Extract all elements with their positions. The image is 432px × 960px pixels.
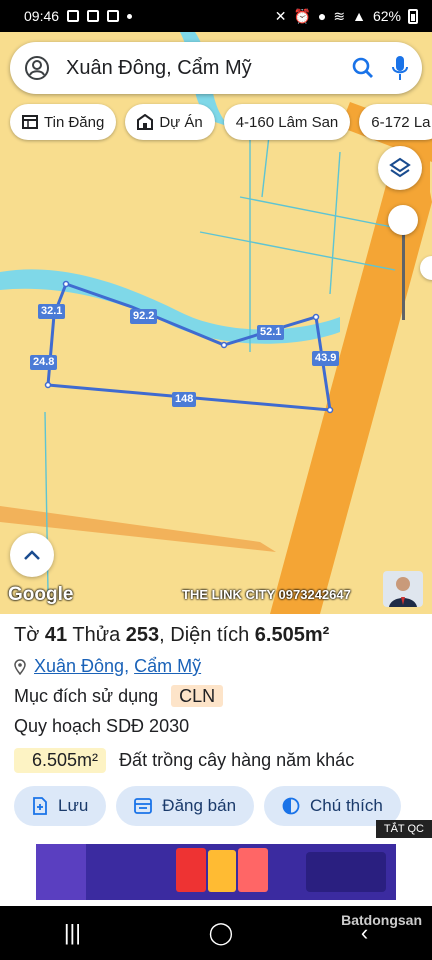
advertisement-banner[interactable] [36, 844, 396, 900]
recent-apps-icon[interactable]: ||| [64, 920, 81, 946]
status-bar: 09:46 ✕ ⏰ ● ≋ ▲ 62% [0, 0, 432, 32]
battery-icon [408, 8, 418, 24]
watermark-text: THE LINK CITY 0973242647 [182, 587, 351, 602]
building-icon [137, 114, 154, 130]
close-ad-button[interactable]: TẮT QC [375, 820, 432, 838]
sheet-number: 41 [44, 624, 68, 646]
sheet-label: Tờ [14, 624, 40, 646]
purpose-code-badge: CLN [171, 685, 224, 707]
plan-area-badge: 6.505m² [14, 748, 107, 773]
layers-icon [389, 157, 411, 178]
battery-percent: 62% [372, 8, 401, 24]
notification-icon [67, 10, 80, 22]
location-pin-icon [14, 658, 26, 675]
edge-label: 32.1 [38, 304, 66, 319]
layers-button[interactable] [378, 146, 422, 190]
chip-label: Tin Đăng [44, 113, 105, 131]
mute-icon: ✕ [274, 7, 287, 24]
plan-row: 6.505m² Đất trồng cây hàng năm khác [14, 748, 354, 773]
folder-icon [107, 10, 120, 22]
lot-label: Thửa [72, 624, 121, 646]
legend-icon [282, 797, 300, 815]
plan-description: Đất trồng cây hàng năm khác [119, 750, 355, 770]
search-icon[interactable] [350, 55, 376, 81]
location-link-commune[interactable]: Xuân Đông [34, 656, 124, 676]
account-icon[interactable] [24, 55, 50, 81]
chip-label: Dự Án [159, 113, 203, 131]
parcel-location: Xuân Đông, Cẩm Mỹ [14, 656, 201, 677]
google-logo: Google [8, 584, 74, 605]
chip-lot-4-160[interactable]: 4-160 Lâm San [223, 104, 351, 140]
edge-label: 43.9 [312, 351, 340, 366]
expand-button[interactable] [10, 533, 54, 577]
lot-number: 253 [125, 624, 160, 646]
post-for-sale-button[interactable]: Đăng bán [116, 786, 255, 826]
search-input[interactable]: Xuân Đông, Cẩm Mỹ [66, 57, 350, 80]
location-icon: ● [317, 8, 327, 24]
purpose-label: Mục đích sử dụng [14, 686, 159, 706]
chip-tin-dang[interactable]: Tin Đăng [10, 104, 117, 140]
save-button[interactable]: Lưu [14, 786, 107, 826]
agent-avatar [383, 571, 423, 607]
brand-logo: Batdongsan [341, 912, 422, 928]
home-icon[interactable]: ◯ [209, 920, 234, 946]
chevron-up-icon [24, 550, 40, 560]
more-notifications-icon [127, 13, 133, 19]
chip-label: 4-160 Lâm San [235, 113, 339, 131]
filter-chips: Tin Đăng Dự Án 4-160 Lâm San 6-172 La [10, 104, 432, 140]
microphone-icon[interactable] [390, 54, 410, 82]
wifi-icon: ≋ [333, 7, 346, 24]
alarm-icon: ⏰ [293, 7, 311, 24]
save-icon [33, 797, 47, 815]
edge-label: 52.1 [257, 325, 285, 340]
action-buttons: Lưu Đăng bán Chú thích [14, 786, 401, 826]
edge-label: 92.2 [130, 309, 158, 324]
clock: 09:46 [24, 8, 60, 24]
notification-icon [87, 10, 100, 22]
location-link-district[interactable]: Cẩm Mỹ [134, 656, 201, 676]
opacity-slider-track[interactable] [402, 220, 405, 320]
edge-label: 24.8 [30, 355, 58, 370]
chip-label: 6-172 La [371, 113, 431, 131]
parcel-title: Tờ 41 Thửa 253, Diện tích 6.505m² [14, 624, 330, 646]
parcel-info-panel: Tờ 41 Thửa 253, Diện tích 6.505m² Xuân Đ… [0, 614, 432, 906]
search-bar[interactable]: Xuân Đông, Cẩm Mỹ [10, 42, 422, 94]
plan-label: Quy hoạch SDĐ 2030 [14, 716, 190, 736]
area-value: 6.505m² [254, 624, 330, 646]
opacity-slider-handle[interactable] [388, 205, 418, 235]
post-icon [134, 798, 153, 814]
button-label: Chú thích [310, 796, 383, 815]
chip-du-an[interactable]: Dự Án [125, 104, 215, 140]
signal-icon: ▲ [352, 8, 366, 24]
edge-label: 148 [172, 392, 197, 407]
button-label: Lưu [58, 796, 89, 815]
button-label: Đăng bán [162, 796, 237, 815]
chip-lot-6-172[interactable]: 6-172 La [359, 104, 432, 140]
area-label: Diện tích [170, 624, 250, 646]
purpose-row: Mục đích sử dụng CLN [14, 685, 224, 707]
table-icon [22, 115, 38, 129]
